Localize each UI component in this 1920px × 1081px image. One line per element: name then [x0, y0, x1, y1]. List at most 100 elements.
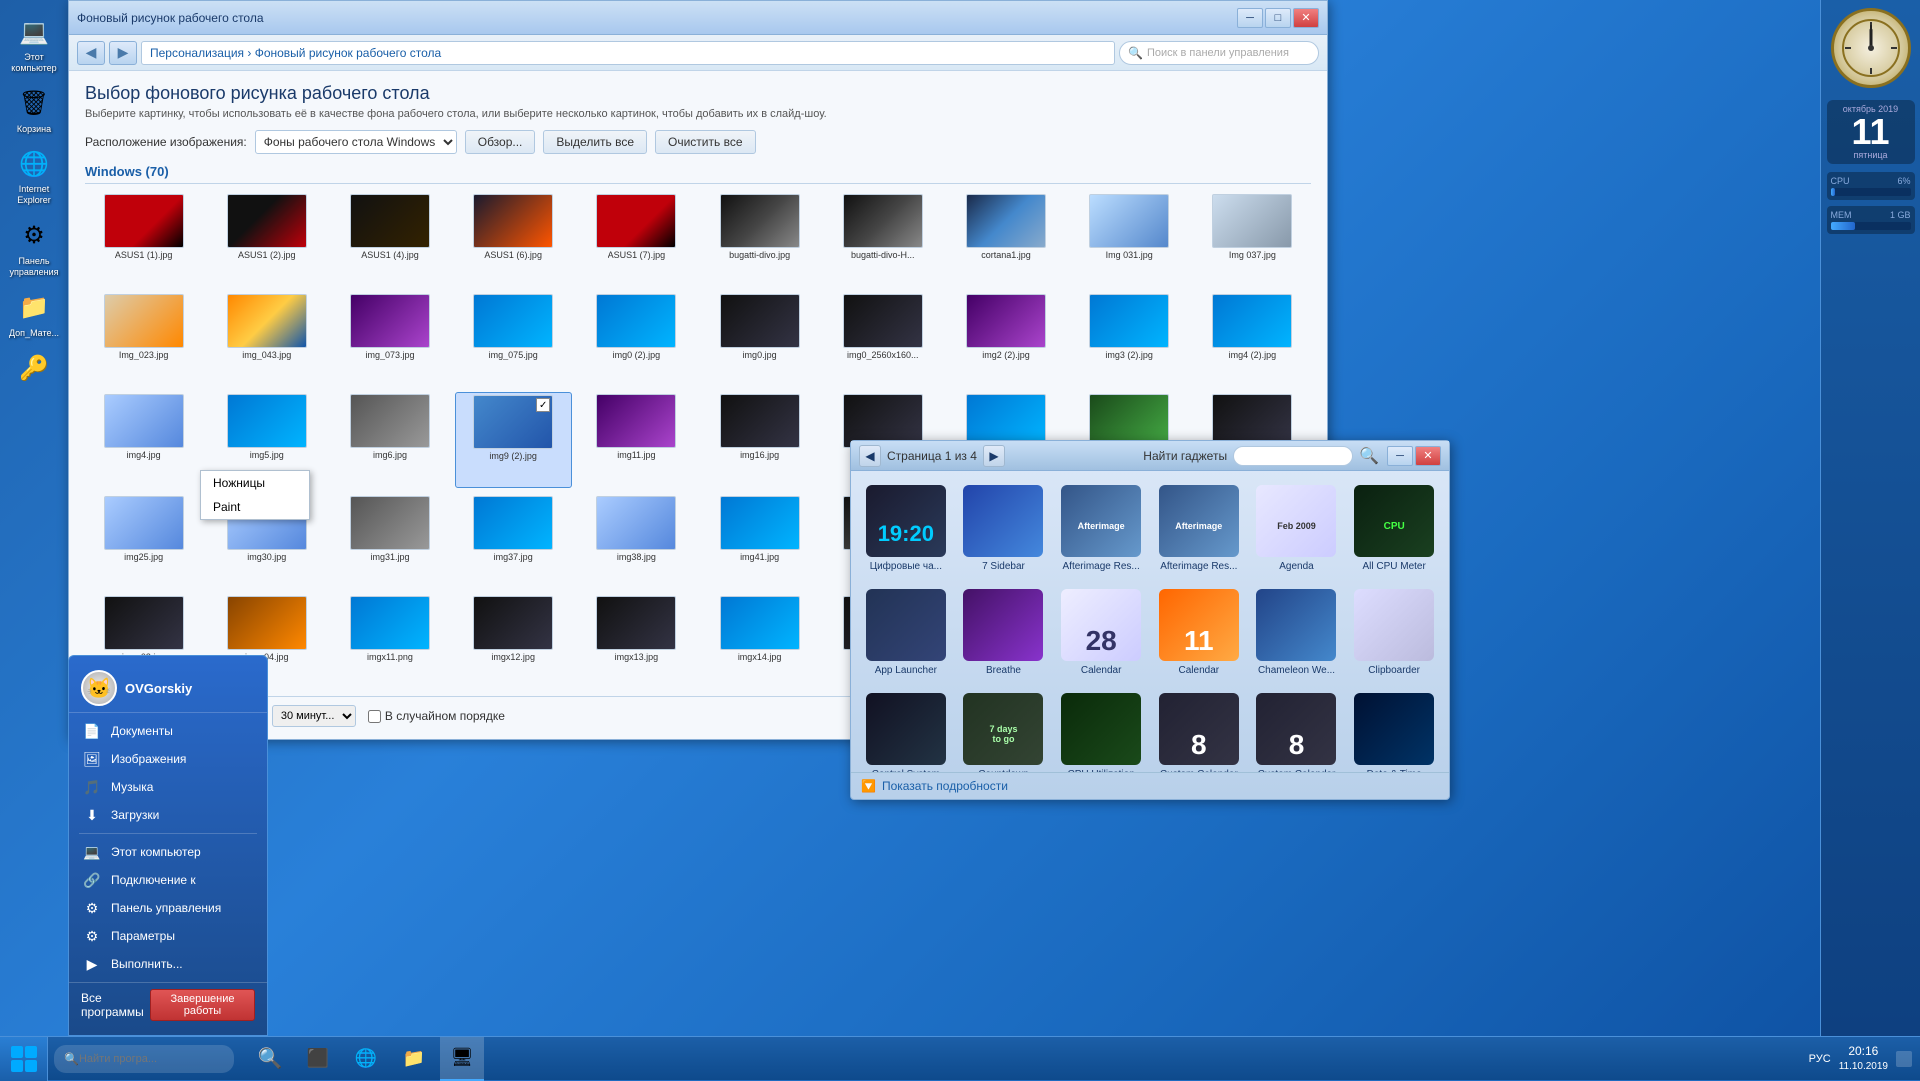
- gadgets-next-btn[interactable]: ▶: [983, 445, 1005, 467]
- image-thumb-asus1-7[interactable]: ASUS1 (7).jpg: [578, 192, 695, 286]
- image-thumb-asus1-6[interactable]: ASUS1 (6).jpg: [455, 192, 572, 286]
- forward-button[interactable]: ▶: [109, 41, 137, 65]
- image-thumb-img2-2[interactable]: img2 (2).jpg: [947, 292, 1064, 386]
- taskbar-search[interactable]: 🔍: [54, 1045, 234, 1073]
- location-select[interactable]: Фоны рабочего стола Windows: [255, 130, 457, 154]
- gadget-item-afterimage-res1[interactable]: Afterimage Afterimage Res...: [1056, 481, 1146, 577]
- image-thumb-img4[interactable]: img4.jpg: [85, 392, 202, 488]
- start-menu-item-documents[interactable]: 📄 Документы: [69, 717, 267, 745]
- gadget-item-custom-calendar2[interactable]: 8 Custom Calendar: [1252, 689, 1342, 772]
- image-thumb-img043[interactable]: img_043.jpg: [208, 292, 325, 386]
- gadget-item-all-cpu-meter[interactable]: CPU All CPU Meter: [1349, 481, 1439, 577]
- image-thumb-img16[interactable]: img16.jpg: [701, 392, 818, 488]
- close-button[interactable]: ✕: [1293, 8, 1319, 28]
- submenu-item-1[interactable]: Ножницы: [201, 471, 309, 495]
- image-thumb-img11[interactable]: img11.jpg: [578, 392, 695, 488]
- image-thumb-img37[interactable]: img37.jpg: [455, 494, 572, 588]
- select-all-button[interactable]: Выделить все: [543, 130, 647, 154]
- gadget-item-agenda[interactable]: Feb 2009 Agenda: [1252, 481, 1342, 577]
- image-thumb-img41[interactable]: img41.jpg: [701, 494, 818, 588]
- image-thumb-img9-2[interactable]: ✓ img9 (2).jpg: [455, 392, 572, 488]
- gadget-item-calendar2[interactable]: 11 Calendar: [1154, 585, 1244, 681]
- taskbar-icon-task-view[interactable]: ⬛: [296, 1037, 340, 1081]
- search-bar[interactable]: 🔍 Поиск в панели управления: [1119, 41, 1319, 65]
- taskbar-icon-explorer[interactable]: 📁: [392, 1037, 436, 1081]
- taskbar-search-input[interactable]: [79, 1053, 199, 1065]
- start-menu-item-downloads[interactable]: ⬇ Загрузки: [69, 801, 267, 829]
- taskbar-icon-cortana[interactable]: 🔍: [248, 1037, 292, 1081]
- gadgets-details-button[interactable]: 🔽 Показать подробности: [861, 779, 1008, 793]
- sidebar-item-control-panel[interactable]: ⚙ Панель управления: [3, 214, 65, 282]
- image-thumb-imgx14[interactable]: imgx14.jpg: [701, 594, 818, 688]
- browse-button[interactable]: Обзор...: [465, 130, 536, 154]
- all-programs-link[interactable]: Все программы: [81, 991, 150, 1019]
- sidebar-item-my-computer[interactable]: 💻 Этот компьютер: [3, 10, 65, 78]
- image-thumb-cortana1[interactable]: cortana1.jpg: [947, 192, 1064, 286]
- minimize-button[interactable]: ─: [1237, 8, 1263, 28]
- image-thumb-img023[interactable]: Img_023.jpg: [85, 292, 202, 386]
- gadget-item-date-time[interactable]: Date & Time: [1349, 689, 1439, 772]
- gadgets-search-input[interactable]: [1233, 446, 1353, 466]
- slideshow-interval-select[interactable]: 30 минут...: [272, 705, 356, 727]
- submenu-item-2[interactable]: Paint: [201, 495, 309, 519]
- gadget-item-calendar1[interactable]: 28 Calendar: [1056, 585, 1146, 681]
- back-button[interactable]: ◀: [77, 41, 105, 65]
- gadgets-close-button[interactable]: ✕: [1415, 446, 1441, 466]
- start-menu-item-music[interactable]: 🎵 Музыка: [69, 773, 267, 801]
- taskbar-icon-ie[interactable]: 🌐: [344, 1037, 388, 1081]
- sidebar-item-ie[interactable]: 🌐 Internet Explorer: [3, 142, 65, 210]
- sidebar-item-trash[interactable]: 🗑 Корзина: [3, 82, 65, 139]
- start-button[interactable]: [0, 1037, 48, 1081]
- thumb-label-img4-2: img4 (2).jpg: [1229, 350, 1277, 360]
- thumb-checkbox[interactable]: ✓: [536, 398, 550, 412]
- slideshow-random-checkbox[interactable]: [368, 710, 381, 723]
- start-menu-item-settings[interactable]: ⚙ Параметры: [69, 922, 267, 950]
- image-thumb-img0-2560[interactable]: img0_2560x160...: [824, 292, 941, 386]
- image-thumb-bugatti-divo-h[interactable]: bugatti-divo-H...: [824, 192, 941, 286]
- shutdown-button[interactable]: Завершение работы: [150, 989, 255, 1021]
- maximize-button[interactable]: □: [1265, 8, 1291, 28]
- sidebar-item-doc[interactable]: 📁 Доп_Мате...: [3, 286, 65, 343]
- image-thumb-img031[interactable]: Img 031.jpg: [1071, 192, 1188, 286]
- image-thumb-asus1-1[interactable]: ASUS1 (1).jpg: [85, 192, 202, 286]
- taskbar-notification-area[interactable]: [1896, 1051, 1912, 1067]
- start-menu-item-run[interactable]: ▶ Выполнить...: [69, 950, 267, 978]
- image-thumb-img0[interactable]: img0.jpg: [701, 292, 818, 386]
- gadget-item-digital-clock[interactable]: 19:20 Цифровые ча...: [861, 481, 951, 577]
- gadget-item-app-launcher[interactable]: App Launcher: [861, 585, 951, 681]
- gadgets-prev-btn[interactable]: ◀: [859, 445, 881, 467]
- sidebar-item-key[interactable]: 🔑: [3, 346, 65, 392]
- image-thumb-img075[interactable]: img_075.jpg: [455, 292, 572, 386]
- gadget-item-afterimage-res2[interactable]: Afterimage Afterimage Res...: [1154, 481, 1244, 577]
- gadget-item-custom-calendar1[interactable]: 8 Custom Calendar: [1154, 689, 1244, 772]
- image-thumb-bugatti-divo[interactable]: bugatti-divo.jpg: [701, 192, 818, 286]
- image-thumb-img037[interactable]: Img 037.jpg: [1194, 192, 1311, 286]
- start-menu-item-control-panel[interactable]: ⚙ Панель управления: [69, 894, 267, 922]
- image-thumb-imgx12[interactable]: imgx12.jpg: [455, 594, 572, 688]
- gadgets-minimize-button[interactable]: ─: [1387, 446, 1413, 466]
- image-thumb-img31[interactable]: img31.jpg: [331, 494, 448, 588]
- image-thumb-asus1-2[interactable]: ASUS1 (2).jpg: [208, 192, 325, 286]
- clear-all-button[interactable]: Очистить все: [655, 130, 755, 154]
- gadget-item-breathe[interactable]: Breathe: [959, 585, 1049, 681]
- taskbar-icon-active[interactable]: 🖥: [440, 1037, 484, 1081]
- image-thumb-img6[interactable]: img6.jpg: [331, 392, 448, 488]
- start-menu-item-my-computer[interactable]: 💻 Этот компьютер: [69, 838, 267, 866]
- image-thumb-img25[interactable]: img25.jpg: [85, 494, 202, 588]
- gadget-item-clipboarder[interactable]: Clipboarder: [1349, 585, 1439, 681]
- image-thumb-img0-2[interactable]: img0 (2).jpg: [578, 292, 695, 386]
- gadget-item-control-system[interactable]: Control System: [861, 689, 951, 772]
- gadget-item-chameleon-we[interactable]: Chameleon We...: [1252, 585, 1342, 681]
- gadget-item-cpu-utilization[interactable]: CPU Utilization: [1056, 689, 1146, 772]
- image-thumb-img073[interactable]: img_073.jpg: [331, 292, 448, 386]
- gadget-item-7-sidebar[interactable]: 7 Sidebar: [959, 481, 1049, 577]
- gadget-item-countdown[interactable]: 7 days to go Countdown: [959, 689, 1049, 772]
- image-thumb-imgx13[interactable]: imgx13.jpg: [578, 594, 695, 688]
- start-menu-item-images[interactable]: 🖼 Изображения: [69, 745, 267, 773]
- image-thumb-img4-2[interactable]: img4 (2).jpg: [1194, 292, 1311, 386]
- image-thumb-imgx11[interactable]: imgx11.png: [331, 594, 448, 688]
- image-thumb-img38[interactable]: img38.jpg: [578, 494, 695, 588]
- image-thumb-img3-2[interactable]: img3 (2).jpg: [1071, 292, 1188, 386]
- start-menu-item-connect[interactable]: 🔗 Подключение к: [69, 866, 267, 894]
- image-thumb-asus1-4[interactable]: ASUS1 (4).jpg: [331, 192, 448, 286]
